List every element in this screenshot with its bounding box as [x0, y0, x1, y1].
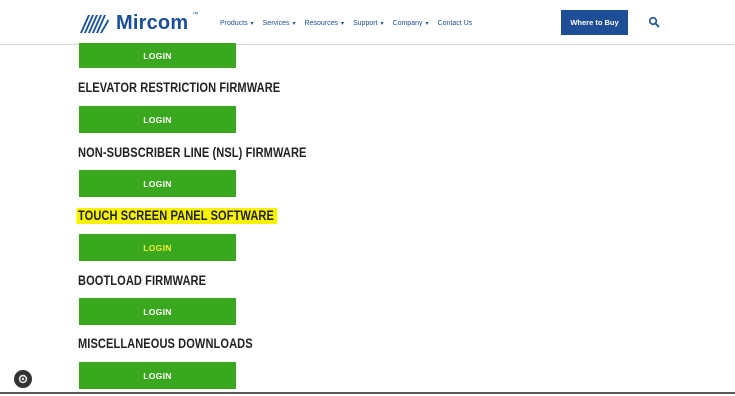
nav-item-products[interactable]: Products ▾ — [220, 20, 254, 27]
nav-item-label: Resources — [304, 19, 338, 27]
login-button[interactable]: LOGIN — [79, 43, 236, 68]
site-header: Mircom ™ Products ▾ Services ▾ Resources… — [0, 0, 735, 45]
section-title-bootload-firmware: BOOTLOAD FIRMWARE — [78, 273, 207, 288]
gear-glyph-icon — [18, 374, 28, 384]
nav-item-services[interactable]: Services ▾ — [263, 20, 296, 27]
main-nav: Products ▾ Services ▾ Resources ▾ Suppor… — [220, 16, 472, 30]
section-title-nsl-firmware: NON-SUBSCRIBER LINE (NSL) FIRMWARE — [78, 145, 307, 160]
chevron-down-icon: ▾ — [425, 20, 429, 27]
login-button-nsl-firmware[interactable]: LOGIN — [79, 170, 236, 197]
highlighted-title: TOUCH SCREEN PANEL SOFTWARE — [76, 208, 278, 224]
brand-trademark: ™ — [192, 12, 199, 18]
mircom-logo[interactable]: Mircom ™ — [78, 11, 198, 35]
section-title-touch-screen-panel-software: TOUCH SCREEN PANEL SOFTWARE — [76, 208, 278, 224]
chevron-down-icon: ▾ — [292, 20, 296, 27]
nav-item-resources[interactable]: Resources ▾ — [305, 20, 344, 27]
nav-item-contact-us[interactable]: Contact Us — [438, 20, 473, 27]
nav-item-support[interactable]: Support ▾ — [353, 20, 384, 27]
nav-item-label: Company — [392, 19, 423, 27]
login-button-touch-screen-panel-software[interactable]: LOGIN — [79, 234, 236, 261]
login-button-elevator-restriction-firmware[interactable]: LOGIN — [79, 106, 236, 133]
nav-item-label: Support — [352, 19, 378, 27]
nav-item-label: Products — [220, 19, 248, 27]
login-button-miscellaneous-downloads[interactable]: LOGIN — [79, 362, 236, 389]
mircom-logo-mark-icon — [80, 15, 109, 33]
section-title-elevator-restriction-firmware: ELEVATOR RESTRICTION FIRMWARE — [78, 80, 281, 95]
nav-item-label: Services — [262, 19, 290, 27]
chevron-down-icon: ▾ — [340, 20, 344, 27]
nav-item-label: Contact Us — [437, 19, 473, 27]
section-title-miscellaneous-downloads: MISCELLANEOUS DOWNLOADS — [78, 336, 253, 351]
brand-name: Mircom — [116, 11, 189, 34]
where-to-buy-button[interactable]: Where to Buy — [561, 10, 628, 35]
gear-icon[interactable] — [14, 370, 32, 388]
bottom-divider — [0, 392, 735, 394]
chevron-down-icon: ▾ — [250, 20, 254, 27]
chevron-down-icon: ▾ — [380, 20, 384, 27]
login-button-bootload-firmware[interactable]: LOGIN — [79, 298, 236, 325]
nav-item-company[interactable]: Company ▾ — [393, 20, 429, 27]
search-icon[interactable] — [648, 16, 660, 28]
